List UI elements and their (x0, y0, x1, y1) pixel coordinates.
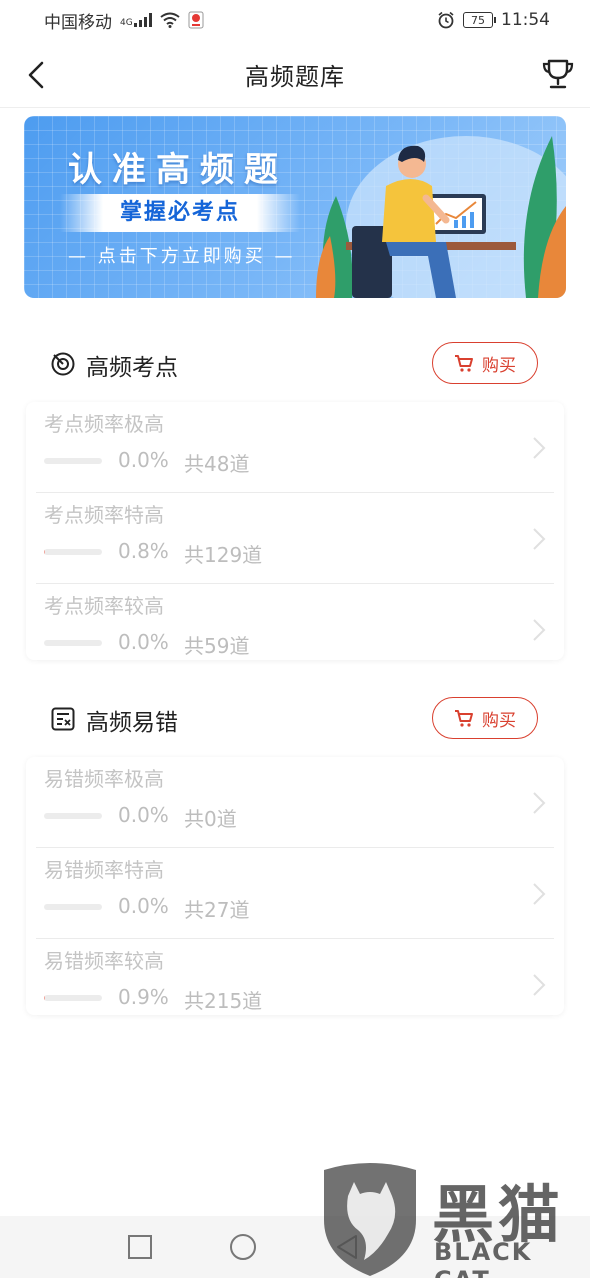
item-percent: 0.8% (118, 539, 169, 563)
alarm-icon (438, 11, 454, 29)
item-percent: 0.0% (118, 803, 169, 827)
buy-button-label: 购买 (482, 355, 516, 376)
list-item[interactable]: 考点频率特高 0.8% 共129道 (36, 493, 554, 584)
person-laptop-illustration (316, 136, 566, 298)
list-item[interactable]: 考点频率极高 0.0% 共48道 (36, 402, 554, 493)
carrier-label: 中国移动 (44, 12, 112, 33)
watermark-text-en: BLACK CAT (434, 1238, 533, 1278)
banner-title: 认准高频题 (68, 150, 288, 190)
progress-bar (44, 995, 102, 1001)
status-left: 中国移动 4G (44, 8, 204, 33)
section-header-high-frequency-points: 高频考点 购买 (0, 342, 590, 386)
list-item[interactable]: 易错频率极高 0.0% 共0道 (36, 757, 554, 848)
recent-apps-icon[interactable] (125, 1232, 155, 1262)
list-item[interactable]: 考点频率较高 0.0% 共59道 (36, 584, 554, 675)
notification-app-icon (188, 11, 204, 29)
status-right: 75 11:54 (437, 10, 550, 30)
item-label: 易错频率特高 (44, 858, 164, 882)
black-cat-watermark: 黑猫 BLACK CAT (318, 1160, 590, 1278)
progress-bar (44, 813, 102, 819)
section-title: 高频考点 (86, 355, 178, 381)
item-count: 共0道 (184, 807, 237, 831)
chevron-right-icon (533, 437, 546, 459)
chevron-right-icon (533, 528, 546, 550)
cart-icon (455, 355, 473, 372)
wifi-icon (160, 12, 180, 28)
section-header-high-frequency-errors: 高频易错 购买 (0, 697, 590, 741)
section-title: 高频易错 (86, 710, 178, 736)
cart-icon (455, 710, 473, 727)
progress-bar (44, 458, 102, 464)
list-item[interactable]: 易错频率特高 0.0% 共27道 (36, 848, 554, 939)
item-percent: 0.9% (118, 985, 169, 1009)
cat-shield-logo-icon (324, 1163, 416, 1276)
item-label: 考点频率极高 (44, 412, 164, 436)
page-title: 高频题库 (245, 63, 345, 91)
item-percent: 0.0% (118, 630, 169, 654)
progress-bar (44, 549, 102, 555)
list-item[interactable]: 易错频率较高 0.9% 共215道 (36, 939, 554, 1030)
clock: 11:54 (501, 10, 550, 30)
section-card-high-frequency-errors: 易错频率极高 0.0% 共0道 易错频率特高 0.0% 共27道 易错频率较高 … (26, 757, 564, 1015)
app-header: 高频题库 (0, 42, 590, 108)
item-count: 共27道 (184, 898, 250, 922)
network-type-label: 4G (120, 18, 133, 28)
chevron-right-icon (533, 883, 546, 905)
status-bar: 中国移动 4G 75 11:54 (0, 0, 590, 40)
battery-level: 75 (471, 13, 485, 27)
battery-icon: 75 (463, 12, 496, 28)
section-card-high-frequency-points: 考点频率极高 0.0% 共48道 考点频率特高 0.8% 共129道 考点频率较… (26, 402, 564, 660)
item-count: 共59道 (184, 634, 250, 658)
home-icon[interactable] (228, 1232, 258, 1262)
item-percent: 0.0% (118, 894, 169, 918)
item-count: 共48道 (184, 452, 250, 476)
progress-bar (44, 640, 102, 646)
item-label: 易错频率极高 (44, 767, 164, 791)
error-list-icon (51, 707, 75, 731)
item-count: 共129道 (184, 543, 263, 567)
chevron-right-icon (533, 974, 546, 996)
chevron-right-icon (533, 792, 546, 814)
promo-banner[interactable]: 认准高频题 掌握必考点 — 点击下方立即购买 — (24, 116, 566, 298)
item-label: 易错频率较高 (44, 949, 164, 973)
trophy-icon[interactable] (540, 56, 576, 92)
item-count: 共215道 (184, 989, 263, 1013)
target-icon (51, 352, 75, 376)
buy-button[interactable]: 购买 (432, 697, 538, 739)
banner-subtitle: 掌握必考点 (60, 194, 300, 232)
back-icon[interactable] (22, 58, 56, 92)
item-percent: 0.0% (118, 448, 169, 472)
chevron-right-icon (533, 619, 546, 641)
item-label: 考点频率特高 (44, 503, 164, 527)
cellular-signal-icon: 4G (120, 13, 152, 28)
progress-bar (44, 904, 102, 910)
banner-cta-text: — 点击下方立即购买 — (68, 246, 296, 267)
buy-button-label: 购买 (482, 710, 516, 731)
item-label: 考点频率较高 (44, 594, 164, 618)
buy-button[interactable]: 购买 (432, 342, 538, 384)
